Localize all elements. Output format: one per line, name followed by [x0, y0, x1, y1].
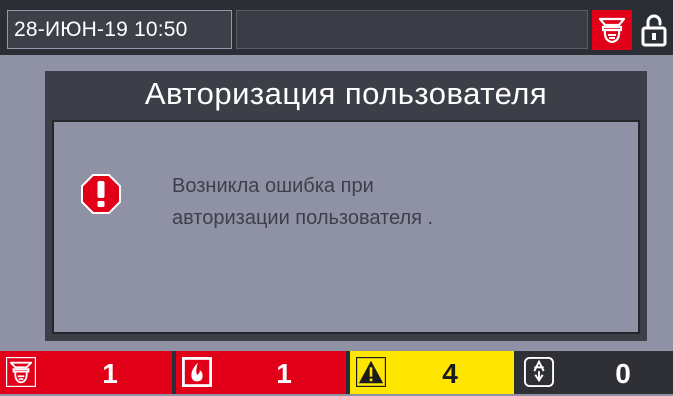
warning-counter[interactable]: 4 [350, 351, 514, 394]
warning-count: 4 [442, 358, 458, 389]
fault-icon [523, 356, 555, 388]
top-bar: 28-ИЮН-19 10:50 [0, 0, 673, 55]
dialog-content: Возникла ошибка при авторизации пользова… [52, 120, 640, 334]
error-message-line-2: авторизации пользователя . [172, 207, 434, 229]
dialog-title: Авторизация пользователя [45, 71, 647, 116]
fire-counter[interactable]: 1 [0, 351, 172, 394]
fire-detector-icon [598, 17, 626, 44]
fire-detector-icon [5, 356, 37, 388]
warning-triangle-icon [355, 356, 387, 388]
datetime-display: 28-ИЮН-19 10:50 [7, 10, 232, 49]
fire-alarm-indicator[interactable] [592, 10, 632, 50]
status-message-area [236, 10, 588, 49]
fire-count: 1 [102, 358, 118, 389]
fault-counter[interactable]: 0 [518, 351, 673, 394]
access-lock-indicator[interactable] [637, 10, 671, 50]
fault-count: 0 [615, 358, 631, 389]
alarm-counter[interactable]: 1 [176, 351, 346, 394]
error-message: Возникла ошибка при авторизации пользова… [172, 170, 612, 234]
lock-open-icon [641, 14, 667, 47]
dialog-body: Возникла ошибка при авторизации пользова… [45, 116, 647, 341]
alarm-count: 1 [276, 358, 292, 389]
error-icon [81, 174, 121, 214]
event-counters-bar: 1 1 4 0 [0, 351, 673, 394]
error-message-line-1: Возникла ошибка при [172, 175, 374, 197]
flame-icon [181, 356, 213, 388]
